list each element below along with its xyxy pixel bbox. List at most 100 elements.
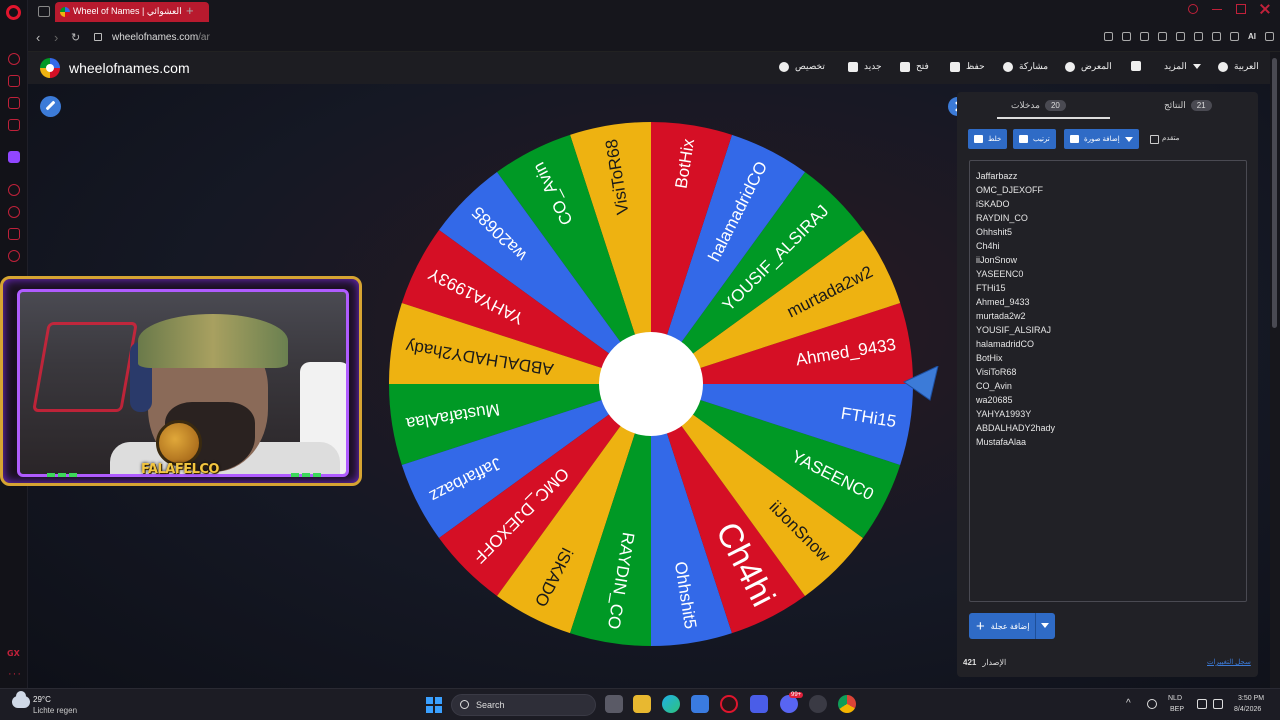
opera-logo-icon[interactable] bbox=[6, 5, 21, 20]
more-icon[interactable]: ··· bbox=[8, 668, 22, 680]
page-scrollbar[interactable] bbox=[1270, 52, 1280, 688]
keyboard-layout[interactable]: BEP bbox=[1170, 706, 1184, 713]
entry-line: iSKADO bbox=[976, 199, 1010, 209]
taskbar-search-label: Search bbox=[476, 700, 505, 710]
menu-share-label: مشاركة bbox=[1019, 61, 1049, 71]
opera-gx-icon[interactable] bbox=[720, 695, 738, 713]
menu-language[interactable]: العربية bbox=[1218, 61, 1259, 72]
discord-badge: 99+ bbox=[789, 692, 804, 698]
chevron-down-icon bbox=[1192, 64, 1201, 69]
file-explorer-icon[interactable] bbox=[633, 695, 651, 713]
advanced-label: متقدم bbox=[1162, 135, 1180, 142]
heart-icon[interactable] bbox=[1194, 32, 1203, 41]
add-image-button[interactable]: إضافة صورة bbox=[1064, 129, 1139, 149]
keyboard-language[interactable]: NLD bbox=[1168, 695, 1182, 702]
add-wheel-button[interactable]: + إضافة عجلة bbox=[969, 613, 1055, 639]
entry-line: YASEENC0 bbox=[976, 269, 1024, 279]
settings-gear-icon[interactable] bbox=[8, 250, 20, 262]
site-logo-icon[interactable] bbox=[40, 58, 60, 78]
player-icon[interactable] bbox=[8, 184, 20, 196]
workspaces-icon[interactable] bbox=[38, 6, 50, 17]
tab-results[interactable]: النتائج 21 bbox=[1164, 100, 1212, 111]
history-icon[interactable] bbox=[8, 206, 20, 218]
site-name[interactable]: wheelofnames.com bbox=[69, 60, 190, 76]
tray-overflow-icon[interactable]: ^ bbox=[1126, 698, 1131, 709]
taskbar-search[interactable]: Search bbox=[451, 694, 596, 716]
menu-new[interactable]: جديد bbox=[848, 61, 882, 72]
menu-gallery[interactable]: المعرض bbox=[1065, 61, 1112, 72]
weather-cloud-icon[interactable] bbox=[12, 691, 30, 708]
advanced-checkbox[interactable] bbox=[1150, 135, 1159, 144]
store-icon[interactable] bbox=[691, 695, 709, 713]
gx-label[interactable]: GX bbox=[7, 649, 20, 658]
entry-line: iiJonSnow bbox=[976, 255, 1018, 265]
extensions-icon[interactable] bbox=[8, 228, 20, 240]
menu-icon[interactable] bbox=[1265, 32, 1274, 41]
adblock-icon[interactable] bbox=[1140, 32, 1149, 41]
volume-icon[interactable] bbox=[1213, 699, 1223, 709]
chevron-down-icon[interactable] bbox=[1041, 623, 1049, 628]
shuffle-label: خلط bbox=[988, 136, 1002, 143]
maximize-icon[interactable] bbox=[1236, 4, 1246, 14]
url-path: /ar bbox=[198, 32, 210, 43]
wheel-svg[interactable]: Ahmed_9433murtada2w2YOUSIF_ALSIRAJhalama… bbox=[387, 120, 915, 648]
weather-temperature[interactable]: 29°C bbox=[33, 695, 51, 704]
profile-icon[interactable] bbox=[1212, 32, 1221, 41]
address-bar: ‹ › ↻ wheelofnames.com/ar AI bbox=[28, 24, 1280, 52]
menu-save[interactable]: حفظ bbox=[950, 61, 985, 72]
obs-icon[interactable] bbox=[809, 695, 827, 713]
tab-search-icon[interactable] bbox=[1188, 4, 1198, 14]
messenger-icon[interactable] bbox=[8, 97, 20, 109]
chrome-icon[interactable] bbox=[838, 695, 856, 713]
microphone-icon[interactable] bbox=[1147, 699, 1157, 709]
scrollbar-thumb[interactable] bbox=[1272, 58, 1277, 328]
image-icon bbox=[1070, 135, 1079, 143]
menu-more[interactable]: المزيد bbox=[1164, 61, 1201, 72]
snapshot-icon[interactable] bbox=[1122, 32, 1131, 41]
changelog-link[interactable]: سجل التغييرات bbox=[1207, 658, 1251, 666]
entries-textarea[interactable]: Jaffarbazz OMC_DJEXOFF iSKADO RAYDIN_CO Ohhs… bbox=[969, 160, 1247, 602]
edit-pencil-icon[interactable] bbox=[40, 96, 61, 117]
play-icon[interactable] bbox=[1176, 32, 1185, 41]
bookmark-icon[interactable] bbox=[1104, 32, 1113, 41]
wheel-hub[interactable] bbox=[599, 332, 703, 436]
clock-date[interactable]: 8/4/2026 bbox=[1234, 706, 1261, 713]
windows-start-icon[interactable] bbox=[426, 697, 442, 713]
task-view-icon[interactable] bbox=[605, 695, 623, 713]
sort-button[interactable]: ترتيب bbox=[1013, 129, 1056, 149]
shuffle-button[interactable]: خلط bbox=[968, 129, 1008, 149]
new-tab-button[interactable]: + bbox=[186, 3, 194, 18]
menu-open[interactable]: فتح bbox=[900, 61, 929, 72]
mail-icon[interactable] bbox=[8, 119, 20, 131]
fullscreen-button[interactable] bbox=[1131, 61, 1141, 71]
tab-entries[interactable]: مدخلات 20 bbox=[1011, 100, 1066, 111]
edge-icon[interactable] bbox=[662, 695, 680, 713]
shopping-bag-icon[interactable] bbox=[8, 75, 20, 87]
ai-button[interactable]: AI bbox=[1248, 32, 1256, 41]
wheel[interactable]: Ahmed_9433 murtada2w2 YOUSIF_ALSIRAJ halama… bbox=[387, 120, 915, 648]
reload-icon[interactable]: ↻ bbox=[71, 31, 80, 44]
weather-description[interactable]: Lichte regen bbox=[33, 706, 77, 715]
vpn-icon[interactable] bbox=[1158, 32, 1167, 41]
back-icon[interactable]: ‹ bbox=[36, 30, 40, 45]
led-light bbox=[32, 322, 138, 412]
search-icon bbox=[460, 700, 469, 709]
twitch-icon[interactable] bbox=[8, 151, 20, 163]
refresh-icon[interactable] bbox=[8, 53, 20, 65]
entry-line: Ahmed_9433 bbox=[976, 297, 1030, 307]
forward-icon[interactable]: › bbox=[54, 30, 58, 45]
download-icon[interactable] bbox=[1230, 32, 1239, 41]
clock-time[interactable]: 3:50 PM bbox=[1238, 695, 1264, 702]
window-controls bbox=[1188, 4, 1270, 14]
vpn-app-icon[interactable] bbox=[750, 695, 768, 713]
network-icon[interactable] bbox=[1197, 699, 1207, 709]
menu-customize[interactable]: تخصيص bbox=[779, 61, 825, 72]
menu-new-label: جديد bbox=[864, 61, 882, 71]
close-icon[interactable] bbox=[1260, 4, 1270, 14]
url-field[interactable]: wheelofnames.com/ar bbox=[112, 32, 210, 43]
entry-line: wa20685 bbox=[976, 395, 1013, 405]
menu-share[interactable]: مشاركة bbox=[1003, 61, 1048, 72]
entry-line: MustafaAlaa bbox=[976, 437, 1027, 447]
results-count-badge: 21 bbox=[1190, 100, 1212, 111]
minimize-icon[interactable] bbox=[1212, 4, 1222, 10]
